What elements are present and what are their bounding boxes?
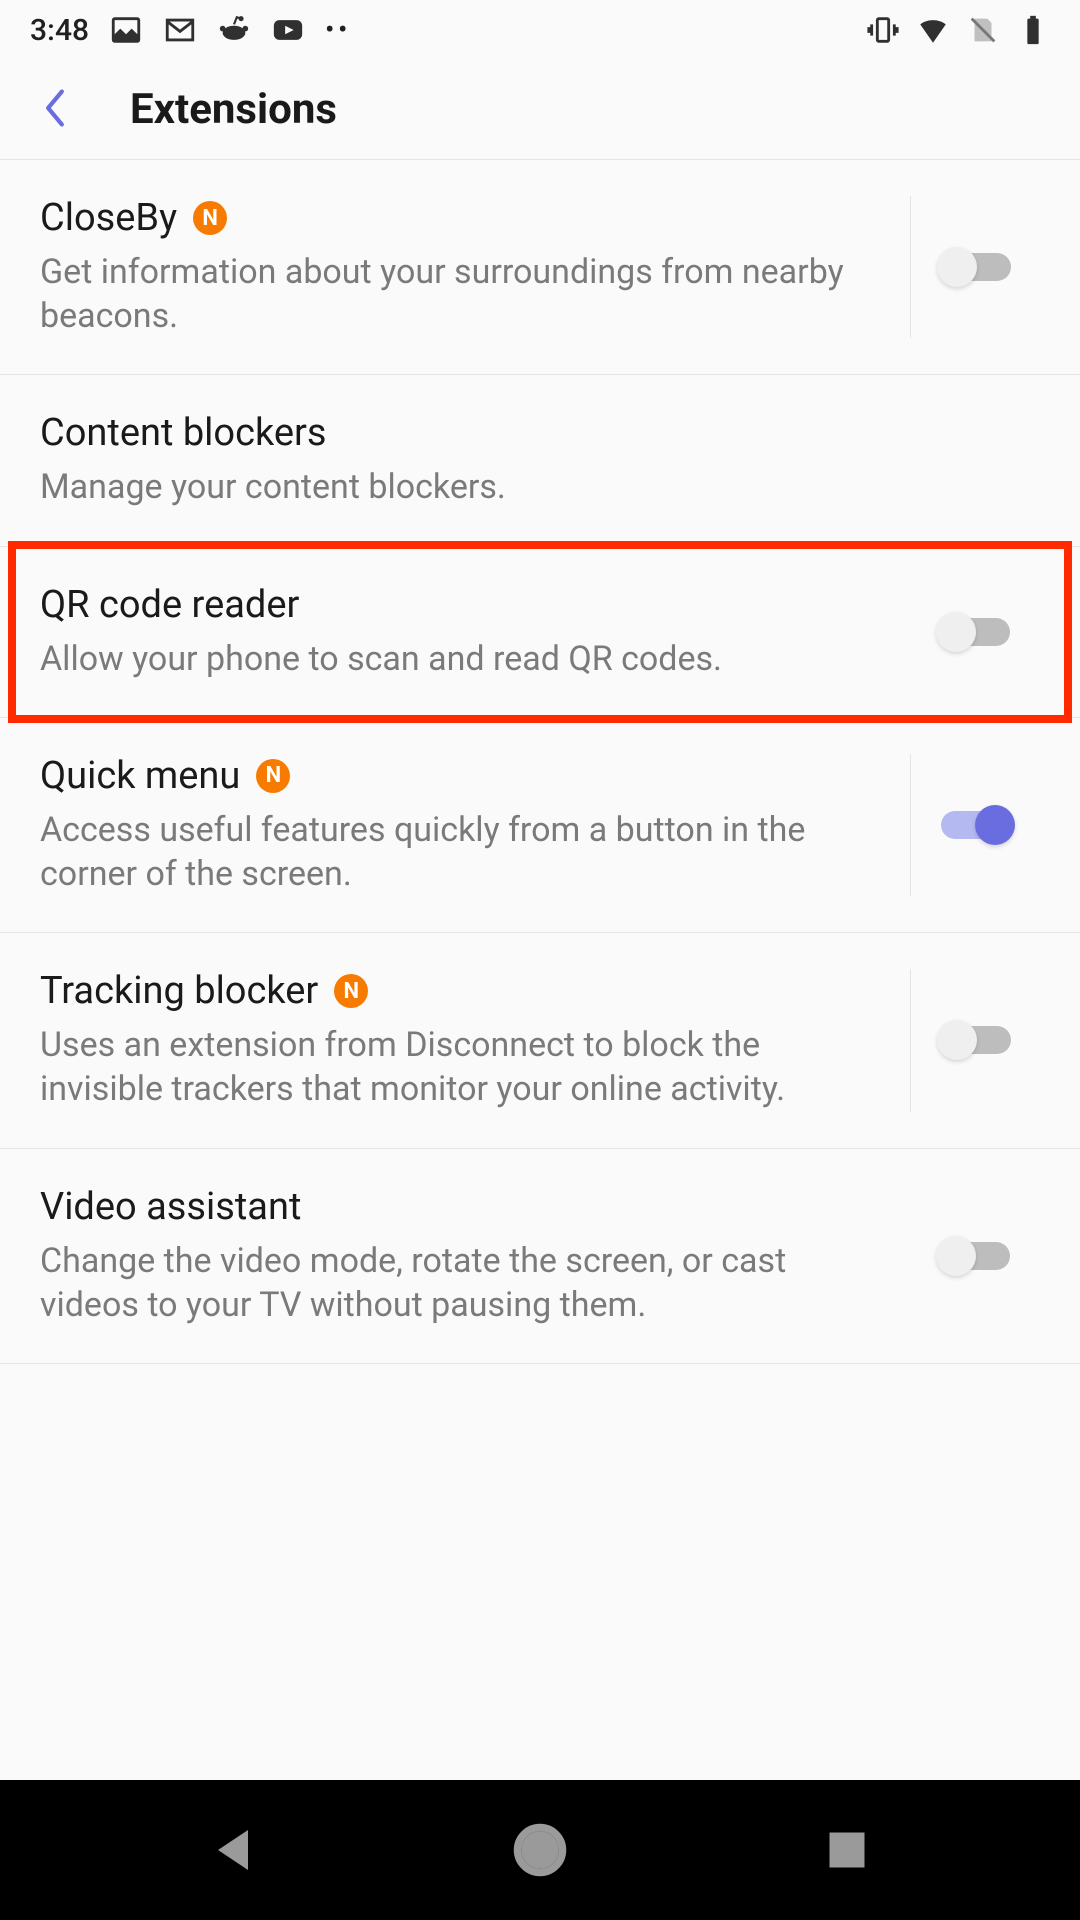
title-row: Video assistant: [40, 1185, 880, 1229]
title-row: Tracking blocker N: [40, 969, 880, 1013]
back-nav-icon[interactable]: [203, 1820, 263, 1880]
item-description: Manage your content blockers.: [40, 465, 1010, 509]
extensions-list: CloseBy N Get information about your sur…: [0, 160, 1080, 1364]
item-description: Change the video mode, rotate the screen…: [40, 1239, 880, 1327]
youtube-icon: [271, 13, 305, 47]
picture-icon: [109, 13, 143, 47]
more-icon: ••: [325, 15, 351, 45]
title-row: Content blockers: [40, 411, 1010, 455]
item-description: Get information about your surroundings …: [40, 250, 880, 338]
tracking-toggle[interactable]: [941, 1026, 1011, 1054]
extension-quick-menu[interactable]: Quick menu N Access useful features quic…: [0, 718, 1080, 933]
video-toggle[interactable]: [940, 1242, 1010, 1270]
item-description: Access useful features quickly from a bu…: [40, 808, 880, 896]
new-badge-icon: N: [193, 201, 227, 235]
app-header: Extensions: [0, 60, 1080, 160]
item-description: Uses an extension from Disconnect to blo…: [40, 1023, 880, 1111]
item-title: Tracking blocker: [40, 969, 318, 1013]
new-badge-icon: N: [256, 759, 290, 793]
back-icon[interactable]: [40, 86, 70, 134]
item-title: Content blockers: [40, 411, 326, 455]
toggle-area: [910, 583, 1040, 681]
extension-closeby[interactable]: CloseBy N Get information about your sur…: [0, 160, 1080, 375]
list-item-content: Quick menu N Access useful features quic…: [40, 754, 910, 896]
toggle-area: [910, 754, 1040, 896]
toggle-area: [910, 1185, 1040, 1327]
title-row: Quick menu N: [40, 754, 880, 798]
new-badge-icon: N: [334, 974, 368, 1008]
no-sim-icon: [966, 13, 1000, 47]
status-left: 3:48 ••: [30, 13, 351, 48]
extension-qr-reader[interactable]: QR code reader Allow your phone to scan …: [0, 547, 1080, 718]
gmail-icon: [163, 13, 197, 47]
toggle-area: [910, 196, 1040, 338]
page-title: Extensions: [130, 85, 337, 134]
extension-tracking-blocker[interactable]: Tracking blocker N Uses an extension fro…: [0, 933, 1080, 1148]
item-title: CloseBy: [40, 196, 177, 240]
battery-icon: [1016, 13, 1050, 47]
list-item-content: Content blockers Manage your content blo…: [40, 411, 1040, 509]
title-row: CloseBy N: [40, 196, 880, 240]
list-item-content: CloseBy N Get information about your sur…: [40, 196, 910, 338]
wifi-icon: [916, 13, 950, 47]
extension-video-assistant[interactable]: Video assistant Change the video mode, r…: [0, 1149, 1080, 1364]
item-title: Quick menu: [40, 754, 240, 798]
vibrate-icon: [866, 13, 900, 47]
status-bar: 3:48 ••: [0, 0, 1080, 60]
recent-nav-icon[interactable]: [817, 1820, 877, 1880]
extension-content-blockers[interactable]: Content blockers Manage your content blo…: [0, 375, 1080, 546]
item-description: Allow your phone to scan and read QR cod…: [40, 637, 880, 681]
quick-menu-toggle[interactable]: [941, 811, 1011, 839]
closeby-toggle[interactable]: [941, 253, 1011, 281]
title-row: QR code reader: [40, 583, 880, 627]
item-title: QR code reader: [40, 583, 299, 627]
item-title: Video assistant: [40, 1185, 301, 1229]
qr-toggle[interactable]: [940, 618, 1010, 646]
list-item-content: QR code reader Allow your phone to scan …: [40, 583, 910, 681]
home-nav-icon[interactable]: [510, 1820, 570, 1880]
list-item-content: Video assistant Change the video mode, r…: [40, 1185, 910, 1327]
reddit-icon: [217, 13, 251, 47]
status-right: [866, 13, 1050, 47]
android-navbar: [0, 1780, 1080, 1920]
toggle-area: [910, 969, 1040, 1111]
status-time: 3:48: [30, 13, 89, 48]
list-item-content: Tracking blocker N Uses an extension fro…: [40, 969, 910, 1111]
